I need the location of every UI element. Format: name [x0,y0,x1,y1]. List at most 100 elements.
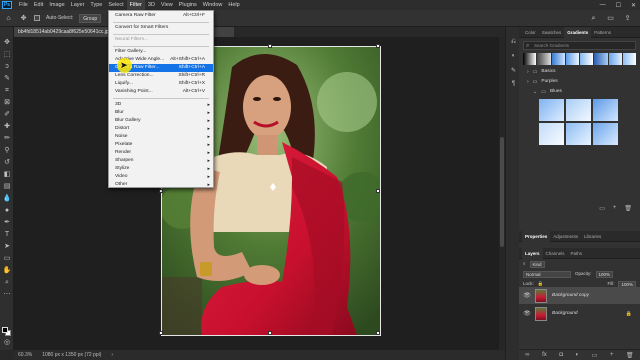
opacity-input[interactable]: 100% [595,270,614,278]
menu-item-noise[interactable]: Noise ▸ [109,133,213,141]
type-tool-icon[interactable]: T [2,230,12,239]
menu-filter[interactable]: Filter [126,0,145,10]
mask-icon[interactable]: ◘ [559,352,563,358]
new-folder-icon[interactable]: ▭ [599,205,605,212]
layer-row[interactable]: 👁 Background copy [519,287,640,304]
link-icon[interactable]: ∞ [525,352,529,358]
blend-mode-dropdown[interactable]: Normal [523,270,571,278]
pen-tool-icon[interactable]: ✒ [2,218,12,227]
menu-item-liquify[interactable]: Liquify... Shift+Ctrl+X [109,80,213,88]
menu-item-video[interactable]: Video ▸ [109,173,213,181]
fx-icon[interactable]: fx [542,352,547,358]
menu-layer[interactable]: Layer [68,0,88,10]
menu-edit[interactable]: Edit [31,0,46,10]
adjustments-icon[interactable]: ◐ [509,53,518,62]
eyedropper-tool-icon[interactable]: ✐ [2,110,12,119]
menu-item-filter-gallery[interactable]: Filter Gallery... [109,48,213,56]
transform-handle[interactable] [376,189,380,193]
layer-row[interactable]: 👁 Background 🔒 [519,305,640,322]
brush-settings-icon[interactable]: ✎ [509,67,518,76]
foreground-color-swatch[interactable] [2,327,8,333]
menu-item-stylize[interactable]: Stylize ▸ [109,165,213,173]
tab-properties[interactable]: Properties [522,230,551,242]
kind-filter-dropdown[interactable]: Kind [529,260,545,268]
marquee-tool-icon[interactable]: ⬚ [2,50,12,59]
menu-item-blur[interactable]: Blur ▸ [109,109,213,117]
transform-handle[interactable] [376,331,380,335]
menu-item-convert-smart-filters[interactable]: Convert for Smart Filters [109,24,213,32]
new-layer-icon[interactable]: + [610,352,614,358]
crop-tool-icon[interactable]: ⌗ [2,86,12,95]
home-icon[interactable]: ⌂ [4,14,13,23]
gradient-swatch[interactable] [539,123,564,145]
maximize-icon[interactable]: ☐ [616,2,621,9]
gradient-swatch[interactable] [566,99,591,121]
menu-plugins[interactable]: Plugins [176,0,200,10]
tab-paths[interactable]: Paths [568,248,586,259]
folder-basics[interactable]: › ▭ Basics [519,67,640,77]
zoom-tool-icon[interactable]: ⌕ [2,278,12,287]
menu-type[interactable]: Type [87,0,105,10]
transform-handle[interactable] [376,44,380,48]
search-icon[interactable]: ⌕ [589,14,598,23]
healing-brush-icon[interactable]: ✚ [2,122,12,131]
transform-handle[interactable] [159,331,163,335]
gradient-swatch[interactable] [565,53,579,65]
clone-stamp-icon[interactable]: ⚲ [2,146,12,155]
adjustment-layer-icon[interactable]: ◐ [576,352,580,358]
move-tool-icon[interactable]: ✥ [2,38,12,47]
hand-tool-icon[interactable]: ✋ [2,266,12,275]
gradient-swatch[interactable] [539,99,564,121]
folder-purples[interactable]: › ▭ Purples [519,77,640,87]
shape-tool-icon[interactable]: ▭ [2,254,12,263]
eye-icon[interactable]: 👁 [522,292,532,299]
tab-patterns[interactable]: Patterns [591,27,614,38]
chevron-right-icon[interactable]: › [111,352,113,358]
history-icon[interactable]: ⎌ [509,39,518,48]
menu-help[interactable]: Help [225,0,242,10]
menu-item-camera-raw-last[interactable]: Camera Raw Filter Alt+Ctrl+F [109,12,213,20]
path-select-icon[interactable]: ➤ [2,242,12,251]
document-info[interactable]: 1080 px x 1350 px (72 ppi) [42,352,101,358]
move-tool-icon[interactable]: ✥ [19,14,28,23]
gradients-search-input[interactable]: ⌕ Search Gradients [523,41,636,50]
close-icon[interactable]: ✕ [631,2,636,9]
auto-select-checkbox[interactable] [34,15,40,21]
gradient-swatch[interactable] [551,53,565,65]
menu-item-render[interactable]: Render ▸ [109,149,213,157]
eye-icon[interactable]: 👁 [522,310,532,317]
menu-select[interactable]: Select [105,0,126,10]
share-icon[interactable]: ⇪ [623,14,632,23]
menu-window[interactable]: Window [200,0,226,10]
dodge-tool-icon[interactable]: ● [2,206,12,215]
transform-handle[interactable] [268,331,272,335]
tab-layers[interactable]: Layers [522,247,543,259]
menu-item-other[interactable]: Other ▸ [109,181,213,189]
gradient-swatch[interactable] [580,53,594,65]
menu-item-distort[interactable]: Distort ▸ [109,125,213,133]
more-tools-icon[interactable]: ⋯ [2,290,12,299]
tab-swatches[interactable]: Swatches [539,27,565,38]
tab-libraries[interactable]: Libraries [581,231,604,242]
brush-tool-icon[interactable]: ✏ [2,134,12,143]
add-icon[interactable]: + [613,205,617,212]
blur-tool-icon[interactable]: 💧 [2,194,12,203]
tab-gradients[interactable]: Gradients [564,26,592,38]
gradient-swatch[interactable] [608,53,622,65]
new-group-icon[interactable]: ▭ [592,352,598,359]
transform-handle[interactable] [268,44,272,48]
quick-mask-icon[interactable]: ◎ [2,338,12,347]
paragraph-icon[interactable]: ¶ [509,81,518,90]
gradient-swatch[interactable] [523,53,537,65]
tab-color[interactable]: Color [522,27,539,38]
menu-item-vanishing-point[interactable]: Vanishing Point... Alt+Ctrl+V [109,88,213,96]
tab-channels[interactable]: Channels [543,248,568,259]
minimize-icon[interactable]: — [600,2,606,8]
eraser-tool-icon[interactable]: ◧ [2,170,12,179]
transform-handle[interactable] [159,189,163,193]
menu-view[interactable]: View [158,0,176,10]
gradient-swatch[interactable] [593,123,618,145]
menu-image[interactable]: Image [46,0,67,10]
menu-3d[interactable]: 3D [145,0,158,10]
quick-select-tool-icon[interactable]: ✎ [2,74,12,83]
